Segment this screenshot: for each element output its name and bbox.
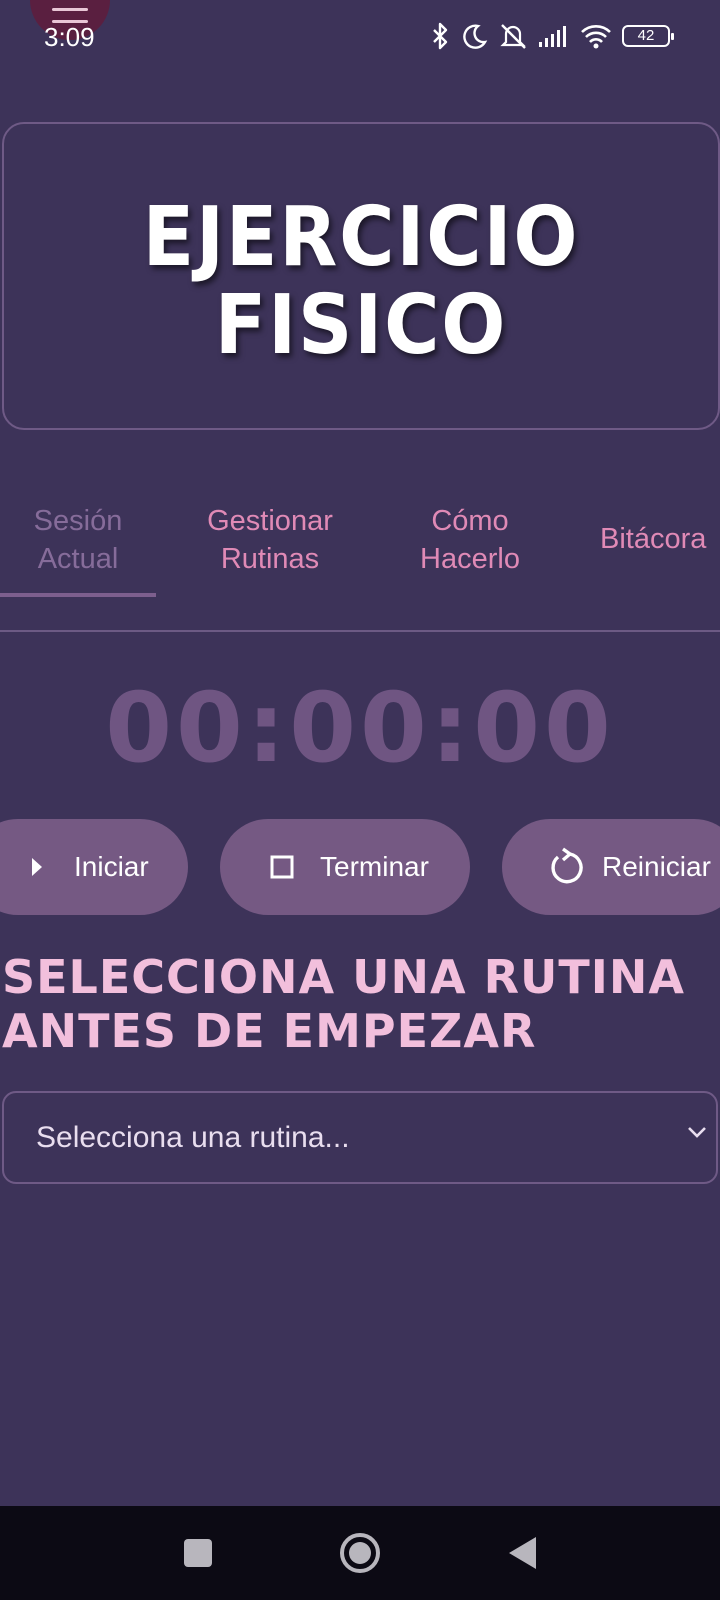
tab-label-line2: Actual — [37, 543, 119, 575]
mute-icon — [500, 24, 526, 49]
stop-icon — [270, 855, 294, 879]
routine-select[interactable]: Selecciona una rutina... — [2, 1091, 718, 1184]
end-button[interactable]: Terminar — [220, 819, 470, 915]
tab-sesion-actual[interactable]: Sesión Actual — [18, 502, 138, 578]
tab-label-line2: Rutinas — [220, 543, 320, 575]
timer-display: 00:00:00 — [105, 672, 615, 784]
tab-label-line1: Bitácora — [600, 523, 707, 555]
battery-icon: 42 — [622, 25, 674, 47]
menu-icon — [52, 8, 88, 11]
tab-indicator — [0, 593, 156, 597]
reset-button[interactable]: Reiniciar — [502, 819, 720, 915]
select-routine-heading-line2: ANTES DE EMPEZAR — [2, 1004, 537, 1058]
home-icon — [340, 1533, 380, 1573]
chevron-down-icon — [686, 1125, 708, 1144]
tab-bar: Sesión Actual Gestionar Rutinas Cómo Hac… — [0, 480, 720, 632]
tab-como-hacerlo[interactable]: Cómo Hacerlo — [400, 502, 540, 578]
play-icon — [30, 857, 44, 877]
page-title-line2: FISICO — [214, 278, 508, 373]
tab-label-line1: Cómo — [431, 505, 509, 537]
system-nav-bar — [0, 1506, 720, 1600]
signal-icon — [539, 26, 566, 47]
tab-label-line1: Gestionar — [207, 505, 333, 537]
routine-select-value: Selecciona una rutina... — [36, 1120, 350, 1154]
back-icon — [509, 1537, 536, 1569]
tab-bitacora[interactable]: Bitácora — [600, 520, 720, 558]
recents-button[interactable] — [173, 1528, 223, 1578]
home-button[interactable] — [335, 1528, 385, 1578]
page-title-line1: EJERCICIO — [142, 190, 580, 285]
status-time: 3:09 — [44, 22, 95, 52]
header-card: EJERCICIO FISICO — [2, 122, 720, 430]
select-routine-heading-line1: SELECCIONA UNA RUTINA — [2, 950, 685, 1004]
recents-icon — [184, 1539, 212, 1567]
reset-button-label: Reiniciar — [602, 851, 711, 882]
start-button[interactable]: Iniciar — [0, 819, 188, 915]
page-title: EJERCICIO FISICO — [33, 194, 690, 370]
tab-label-line1: Sesión — [33, 505, 123, 537]
status-icons: 42 — [428, 22, 674, 50]
restart-icon — [546, 847, 586, 887]
bluetooth-icon — [433, 22, 448, 50]
back-button[interactable] — [498, 1528, 548, 1578]
wifi-icon — [581, 25, 611, 49]
tab-label-line2: Hacerlo — [420, 543, 520, 575]
status-bar: 3:09 42 — [0, 0, 720, 80]
moon-icon — [463, 24, 488, 49]
end-button-label: Terminar — [320, 851, 429, 882]
select-routine-heading: SELECCIONA UNA RUTINA ANTES DE EMPEZAR — [2, 950, 718, 1058]
start-button-label: Iniciar — [74, 851, 149, 882]
tab-gestionar-rutinas[interactable]: Gestionar Rutinas — [190, 502, 350, 578]
